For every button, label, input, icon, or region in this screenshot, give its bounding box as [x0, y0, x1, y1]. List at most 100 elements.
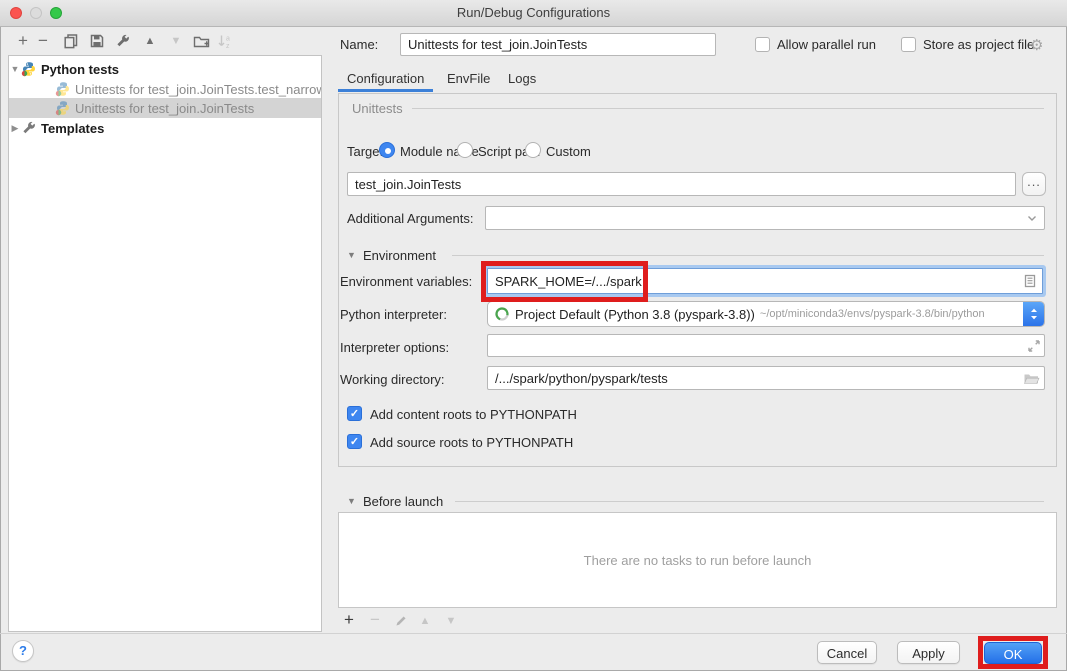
- expand-arguments-chevron-icon[interactable]: [1026, 212, 1038, 224]
- svg-text:z: z: [226, 43, 230, 49]
- copy-configuration-button[interactable]: [62, 32, 80, 50]
- environment-section-title[interactable]: Environment: [363, 248, 436, 263]
- tree-item-test-narrow[interactable]: Unittests for test_join.JoinTests.test_n…: [9, 79, 321, 99]
- tree-item-python-tests[interactable]: ▼ Python tests: [9, 59, 321, 79]
- before-launch-task-list: There are no tasks to run before launch: [338, 512, 1057, 608]
- tab-logs[interactable]: Logs: [508, 71, 536, 86]
- tree-item-label: Templates: [41, 121, 104, 136]
- create-folder-button[interactable]: [192, 32, 210, 50]
- interpreter-options-input[interactable]: [487, 334, 1045, 357]
- allow-parallel-run-label: Allow parallel run: [777, 37, 876, 52]
- down-arrow-icon: ▼: [446, 612, 457, 630]
- plus-icon: +: [18, 32, 28, 50]
- footer-divider: [0, 633, 1067, 634]
- expand-field-icon[interactable]: [1026, 338, 1042, 354]
- python-test-config-icon: [55, 100, 71, 116]
- minus-icon: −: [38, 32, 48, 50]
- tab-configuration[interactable]: Configuration: [347, 71, 424, 86]
- tree-item-label: Unittests for test_join.JoinTests.test_n…: [75, 82, 321, 97]
- ok-button[interactable]: OK: [984, 642, 1042, 664]
- add-content-roots-label[interactable]: Add content roots to PYTHONPATH: [370, 407, 577, 422]
- add-content-roots-checkbox[interactable]: ✓: [347, 406, 362, 421]
- conda-environment-icon: [494, 306, 510, 322]
- radio-custom-label[interactable]: Custom: [546, 144, 591, 159]
- python-interpreter-value: Project Default (Python 3.8 (pyspark-3.8…: [515, 307, 755, 322]
- environment-section-arrow-icon[interactable]: ▼: [347, 250, 356, 260]
- wrench-icon: [115, 33, 131, 49]
- new-folder-icon: [193, 33, 210, 49]
- add-source-roots-checkbox[interactable]: ✓: [347, 434, 362, 449]
- before-launch-empty-message: There are no tasks to run before launch: [584, 553, 812, 568]
- additional-arguments-input[interactable]: [485, 206, 1045, 230]
- python-interpreter-label: Python interpreter:: [340, 307, 447, 322]
- save-configuration-button[interactable]: [88, 32, 106, 50]
- move-down-button[interactable]: ▼: [167, 32, 185, 50]
- tree-item-templates[interactable]: ▶ Templates: [9, 118, 321, 138]
- run-debug-configurations-dialog: { "window": { "title": "Run/Debug Config…: [0, 0, 1067, 671]
- window-title: Run/Debug Configurations: [0, 0, 1067, 26]
- combo-up-down-icon: [1029, 306, 1039, 322]
- combo-arrows-button[interactable]: [1023, 302, 1044, 326]
- sort-configurations-button[interactable]: az: [216, 32, 234, 50]
- configurations-tree: ▼ Python tests Unittests for test_join.J…: [8, 55, 322, 632]
- radio-script-path[interactable]: [457, 142, 473, 158]
- remove-configuration-button[interactable]: −: [34, 32, 52, 50]
- active-tab-underline: [338, 89, 433, 92]
- minus-icon: −: [370, 611, 380, 629]
- target-input[interactable]: [347, 172, 1016, 196]
- chevron-down-icon[interactable]: ▼: [9, 64, 21, 74]
- check-icon: ✓: [350, 436, 359, 448]
- cancel-button[interactable]: Cancel: [817, 641, 877, 664]
- question-mark-icon: ?: [19, 643, 27, 658]
- edit-templates-button[interactable]: [114, 32, 132, 50]
- tab-envfile[interactable]: EnvFile: [447, 71, 490, 86]
- interpreter-options-label: Interpreter options:: [340, 340, 449, 355]
- add-configuration-button[interactable]: +: [14, 32, 32, 50]
- store-as-project-file-checkbox[interactable]: [901, 37, 916, 52]
- group-divider: [412, 108, 1044, 109]
- move-task-up-button[interactable]: ▲: [416, 612, 434, 630]
- before-launch-title[interactable]: Before launch: [363, 494, 443, 509]
- pencil-icon: [394, 614, 408, 628]
- add-source-roots-label[interactable]: Add source roots to PYTHONPATH: [370, 435, 573, 450]
- radio-custom[interactable]: [525, 142, 541, 158]
- name-input[interactable]: [400, 33, 716, 56]
- plus-icon: +: [344, 611, 354, 629]
- edit-task-button[interactable]: [392, 612, 410, 630]
- radio-module-name[interactable]: [379, 142, 395, 158]
- templates-wrench-icon: [21, 120, 37, 136]
- move-task-down-button[interactable]: ▼: [442, 612, 460, 630]
- up-arrow-icon: ▲: [420, 612, 431, 630]
- gear-icon[interactable]: ⚙: [1030, 36, 1043, 54]
- down-arrow-icon: ▼: [171, 32, 182, 50]
- environment-variables-input[interactable]: [487, 268, 1043, 294]
- add-task-button[interactable]: +: [340, 611, 358, 629]
- save-icon: [89, 33, 105, 49]
- store-as-project-file-label: Store as project file: [923, 37, 1034, 52]
- tree-item-label: Unittests for test_join.JoinTests: [75, 101, 254, 116]
- name-label: Name:: [340, 37, 378, 52]
- apply-button[interactable]: Apply: [897, 641, 960, 664]
- section-divider: [455, 501, 1044, 502]
- copy-icon: [63, 33, 79, 49]
- tree-item-jointests-selected[interactable]: Unittests for test_join.JoinTests: [9, 98, 321, 118]
- title-bar: Run/Debug Configurations: [0, 0, 1067, 27]
- environment-variables-label: Environment variables:: [340, 274, 472, 289]
- browse-environment-variables-icon[interactable]: [1022, 273, 1038, 289]
- chevron-right-icon[interactable]: ▶: [9, 123, 21, 134]
- section-divider: [452, 255, 1044, 256]
- before-launch-section-arrow-icon[interactable]: ▼: [347, 496, 356, 506]
- browse-folder-icon[interactable]: [1023, 371, 1040, 386]
- help-button[interactable]: ?: [12, 640, 34, 662]
- python-interpreter-select[interactable]: Project Default (Python 3.8 (pyspark-3.8…: [487, 301, 1045, 327]
- allow-parallel-run-checkbox[interactable]: [755, 37, 770, 52]
- svg-text:a: a: [226, 36, 230, 43]
- python-tests-icon: [21, 61, 37, 77]
- up-arrow-icon: ▲: [145, 32, 156, 50]
- working-directory-label: Working directory:: [340, 372, 445, 387]
- working-directory-input[interactable]: [487, 366, 1045, 390]
- remove-task-button[interactable]: −: [366, 611, 384, 629]
- browse-target-button[interactable]: ...: [1022, 172, 1046, 196]
- python-test-config-icon: [55, 81, 71, 97]
- move-up-button[interactable]: ▲: [141, 32, 159, 50]
